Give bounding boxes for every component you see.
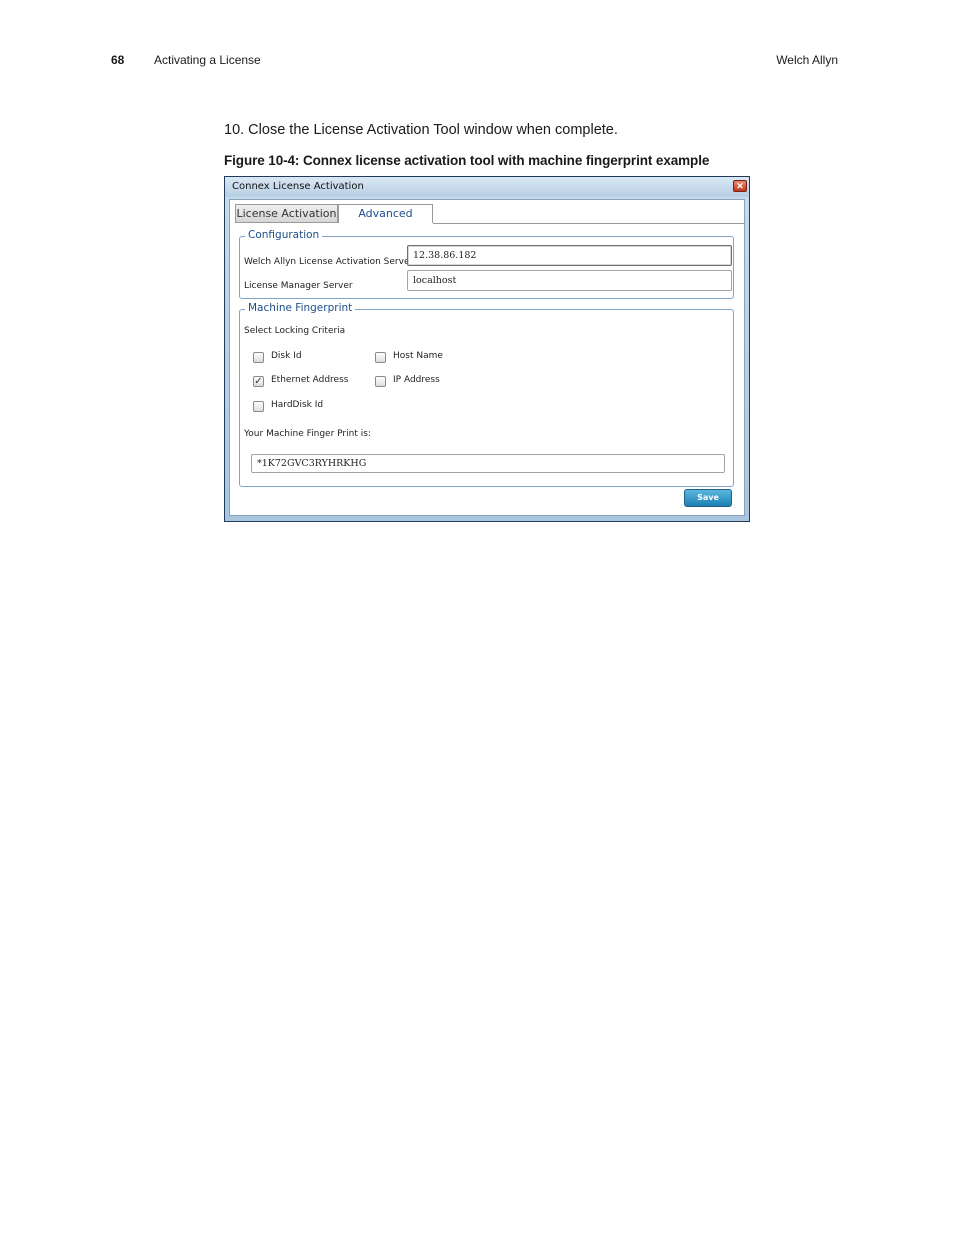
fingerprint-result-label: Your Machine Finger Print is: bbox=[244, 429, 371, 439]
disk-id-label: Disk Id bbox=[271, 351, 302, 361]
activation-server-input[interactable]: 12.38.86.182 bbox=[407, 245, 732, 266]
ethernet-address-checkbox[interactable]: ✓ bbox=[253, 376, 264, 387]
step-text: 10. Close the License Activation Tool wi… bbox=[224, 122, 618, 138]
tab-license-activation[interactable]: License Activation bbox=[235, 204, 338, 223]
window-titlebar[interactable]: Connex License Activation ✕ bbox=[225, 177, 749, 197]
section-title: Activating a License bbox=[154, 53, 261, 67]
configuration-legend: Configuration bbox=[245, 229, 323, 241]
configuration-group: Configuration Welch Allyn License Activa… bbox=[239, 229, 734, 299]
save-button[interactable]: Save bbox=[684, 489, 732, 507]
disk-id-checkbox[interactable] bbox=[253, 352, 264, 363]
harddisk-id-label: HardDisk Id bbox=[271, 400, 324, 410]
page-number: 68 bbox=[111, 53, 125, 67]
fingerprint-legend: Machine Fingerprint bbox=[245, 302, 356, 314]
ip-address-label: IP Address bbox=[393, 375, 440, 385]
activation-server-label: Welch Allyn License Activation Server bbox=[244, 257, 414, 267]
host-name-checkbox[interactable] bbox=[375, 352, 386, 363]
close-icon[interactable]: ✕ bbox=[733, 180, 747, 192]
license-activation-window: Connex License Activation ✕ License Acti… bbox=[224, 176, 750, 522]
harddisk-id-checkbox[interactable] bbox=[253, 401, 264, 412]
locking-criteria-label: Select Locking Criteria bbox=[244, 326, 346, 336]
host-name-label: Host Name bbox=[393, 351, 443, 361]
manager-server-label: License Manager Server bbox=[244, 281, 353, 291]
fingerprint-result-field[interactable]: *1K72GVC3RYHRKHG bbox=[251, 454, 725, 473]
window-client-area: License Activation Advanced Configuratio… bbox=[229, 199, 745, 516]
ethernet-address-label: Ethernet Address bbox=[271, 375, 349, 385]
tab-strip-divider bbox=[433, 223, 744, 224]
window-title: Connex License Activation bbox=[232, 181, 364, 192]
brand-name: Welch Allyn bbox=[776, 53, 838, 67]
figure-caption: Figure 10-4: Connex license activation t… bbox=[224, 153, 710, 168]
ip-address-checkbox[interactable] bbox=[375, 376, 386, 387]
manager-server-input[interactable]: localhost bbox=[407, 270, 732, 291]
tab-advanced[interactable]: Advanced bbox=[338, 204, 433, 223]
machine-fingerprint-group: Machine Fingerprint Select Locking Crite… bbox=[239, 302, 734, 487]
